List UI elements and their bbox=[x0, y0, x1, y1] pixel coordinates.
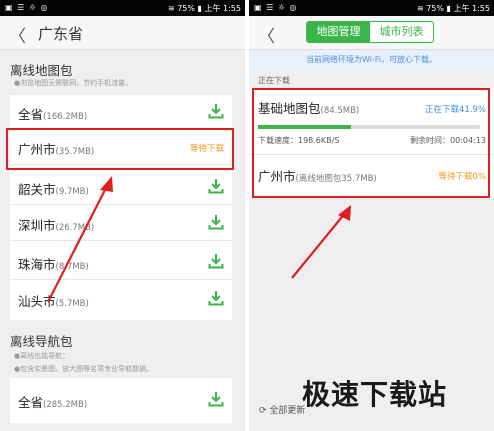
annotation-arrows bbox=[47, 176, 351, 303]
watermark-logo: 极速下载站 bbox=[302, 378, 448, 411]
red-arrow-line bbox=[47, 183, 109, 303]
red-arrow-line bbox=[291, 211, 347, 279]
red-arrowhead-icon bbox=[100, 176, 113, 192]
